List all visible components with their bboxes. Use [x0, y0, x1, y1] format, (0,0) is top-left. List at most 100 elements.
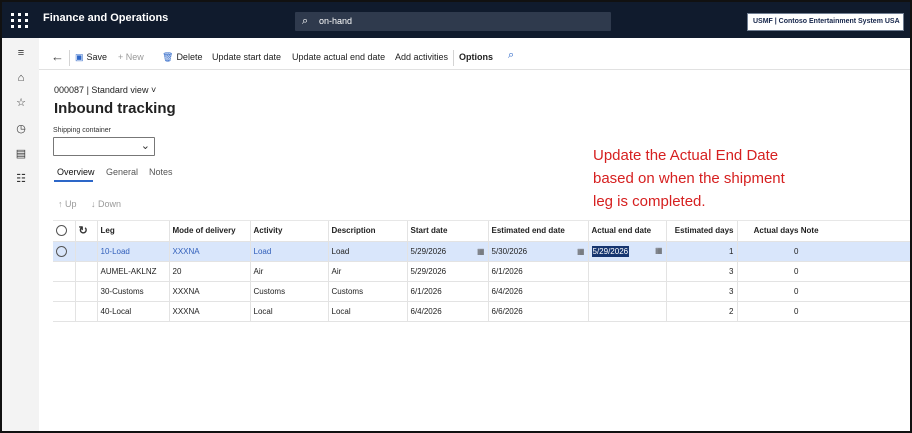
actual-days-note-cell[interactable]: 0 — [737, 261, 910, 282]
start-date-cell[interactable]: 6/4/2026 — [407, 301, 489, 322]
toolbar-divider — [453, 50, 454, 66]
start-date-column-header[interactable]: Start date — [407, 221, 489, 242]
down-arrow-icon: ↓ — [91, 199, 96, 209]
mode-column-header[interactable]: Mode of delivery — [169, 221, 251, 242]
description-cell[interactable]: Load — [328, 241, 408, 262]
note-column-header[interactable]: Note — [801, 226, 819, 235]
leg-cell[interactable]: 30-Customs — [97, 281, 170, 302]
activity-cell[interactable]: Air — [250, 261, 329, 282]
activity-cell[interactable]: Load — [250, 241, 329, 262]
row-select-cell[interactable] — [53, 261, 76, 282]
activity-column-header[interactable]: Activity — [250, 221, 329, 242]
estimated-days-cell[interactable]: 3 — [666, 261, 738, 282]
global-search-text[interactable]: on-hand — [319, 16, 352, 26]
activity-cell[interactable]: Local — [250, 301, 329, 322]
actual-end-date-cell[interactable] — [588, 261, 667, 282]
actual-days-value[interactable]: 0 — [741, 267, 798, 276]
workspaces-icon[interactable]: ▤ — [14, 147, 28, 161]
leg-column-header[interactable]: Leg — [97, 221, 170, 242]
description-cell[interactable]: Customs — [328, 281, 408, 302]
row-select-cell[interactable] — [53, 301, 76, 322]
row-select-radio[interactable] — [53, 241, 76, 262]
actual-end-date-cell[interactable] — [588, 301, 667, 322]
app-name[interactable]: Finance and Operations — [43, 12, 168, 24]
actual-end-date-column-header[interactable]: Actual end date — [588, 221, 667, 242]
chevron-down-icon[interactable]: ˅ — [151, 85, 156, 95]
back-arrow-icon[interactable]: ← — [51, 49, 64, 64]
actual-days-value[interactable]: 0 — [741, 247, 798, 256]
description-cell[interactable]: Air — [328, 261, 408, 282]
global-search-box[interactable]: ⌕ on-hand — [295, 12, 611, 31]
chevron-down-icon[interactable]: ⌄ — [141, 139, 150, 152]
mode-cell[interactable]: XXXNA — [169, 241, 251, 262]
tab-general[interactable]: General — [106, 167, 138, 177]
mode-cell[interactable]: XXXNA — [169, 301, 251, 322]
options-tab[interactable]: Options — [459, 52, 493, 62]
table-row[interactable]: 30-Customs XXXNA Customs Customs 6/1/202… — [53, 281, 910, 302]
table-row[interactable]: 10-Load XXXNA Load Load 5/29/2026 ▦ 5/30/… — [53, 241, 910, 262]
actual-end-date-input[interactable]: 5/29/2026 — [591, 245, 630, 257]
actual-days-note-cell[interactable]: 0 — [737, 241, 910, 262]
save-button[interactable]: ▣ Save — [75, 52, 107, 63]
delete-button[interactable]: 🗑 Delete — [162, 52, 202, 63]
mode-cell[interactable]: XXXNA — [169, 281, 251, 302]
estimated-end-date-cell[interactable]: 6/1/2026 — [488, 261, 589, 282]
row-select-cell[interactable] — [53, 281, 76, 302]
annotation-line-2: based on when the shipment — [593, 170, 785, 187]
new-button[interactable]: + New — [118, 52, 144, 62]
company-selector[interactable]: USMF | Contoso Entertainment System USA — [747, 13, 904, 31]
table-row[interactable]: AUMEL-AKLNZ 20 Air Air 5/29/2026 6/1/202… — [53, 261, 910, 282]
description-column-header[interactable]: Description — [328, 221, 408, 242]
action-pane: ← ▣ Save + New 🗑 Delete Update start date … — [39, 46, 910, 70]
actual-end-date-cell[interactable] — [588, 281, 667, 302]
estimated-days-cell[interactable]: 2 — [666, 301, 738, 322]
activity-cell[interactable]: Customs — [250, 281, 329, 302]
estimated-days-cell[interactable]: 1 — [666, 241, 738, 262]
actual-days-note-header[interactable]: Actual days Note — [737, 221, 910, 242]
select-all-radio[interactable] — [53, 221, 76, 242]
mode-cell[interactable]: 20 — [169, 261, 251, 282]
leg-cell[interactable]: 40-Local — [97, 301, 170, 322]
add-activities-button[interactable]: Add activities — [395, 52, 448, 62]
recent-clock-icon[interactable]: ◷ — [14, 122, 28, 136]
estimated-days-column-header[interactable]: Estimated days — [666, 221, 738, 242]
home-icon[interactable]: ⌂ — [14, 71, 28, 85]
calendar-icon[interactable]: ▦ — [577, 247, 585, 256]
estimated-end-date-cell[interactable]: 6/6/2026 — [488, 301, 589, 322]
move-down-button[interactable]: ↓ Down — [91, 199, 121, 209]
actual-days-note-cell[interactable]: 0 — [737, 281, 910, 302]
estimated-days-cell[interactable]: 3 — [666, 281, 738, 302]
estimated-end-date-cell[interactable]: 5/30/2026 ▦ — [488, 241, 589, 262]
view-selector[interactable]: Standard view — [91, 85, 148, 95]
tab-notes[interactable]: Notes — [149, 167, 173, 177]
start-date-cell[interactable]: 5/29/2026 — [407, 261, 489, 282]
update-actual-end-date-button[interactable]: Update actual end date — [292, 52, 385, 62]
move-up-button[interactable]: ↑ Up — [58, 199, 77, 209]
calendar-icon[interactable]: ▦ — [477, 247, 485, 256]
refresh-icon[interactable]: ↻ — [75, 221, 98, 242]
actual-days-value[interactable]: 0 — [741, 307, 798, 316]
estimated-end-date-column-header[interactable]: Estimated end date — [488, 221, 589, 242]
actual-end-date-cell[interactable]: 5/29/2026 ▦ — [588, 241, 667, 262]
leg-cell[interactable]: 10-Load — [97, 241, 170, 262]
start-date-cell[interactable]: 5/29/2026 ▦ — [407, 241, 489, 262]
start-date-cell[interactable]: 6/1/2026 — [407, 281, 489, 302]
actual-days-column-header[interactable]: Actual days — [741, 226, 799, 235]
annotation-line-3: leg is completed. — [593, 193, 706, 210]
shipping-container-dropdown[interactable]: ⌄ — [53, 137, 155, 156]
table-row[interactable]: 40-Local XXXNA Local Local 6/4/2026 6/6/… — [53, 301, 910, 322]
update-start-date-button[interactable]: Update start date — [212, 52, 281, 62]
calendar-icon[interactable]: ▦ — [655, 246, 663, 255]
hamburger-menu-icon[interactable]: ≡ — [14, 46, 28, 60]
app-launcher-waffle-icon[interactable] — [8, 10, 28, 30]
actual-days-note-cell[interactable]: 0 — [737, 301, 910, 322]
modules-list-icon[interactable]: ☷ — [14, 172, 28, 186]
tab-overview[interactable]: Overview — [57, 167, 95, 177]
actual-days-value[interactable]: 0 — [741, 287, 798, 296]
favorites-star-icon[interactable]: ☆ — [14, 96, 28, 110]
leg-cell[interactable]: AUMEL-AKLNZ — [97, 261, 170, 282]
toolbar-search-icon[interactable]: ⌕ — [508, 49, 514, 62]
description-cell[interactable]: Local — [328, 301, 408, 322]
estimated-end-date-cell[interactable]: 6/4/2026 — [488, 281, 589, 302]
annotation-line-1: Update the Actual End Date — [593, 147, 779, 164]
